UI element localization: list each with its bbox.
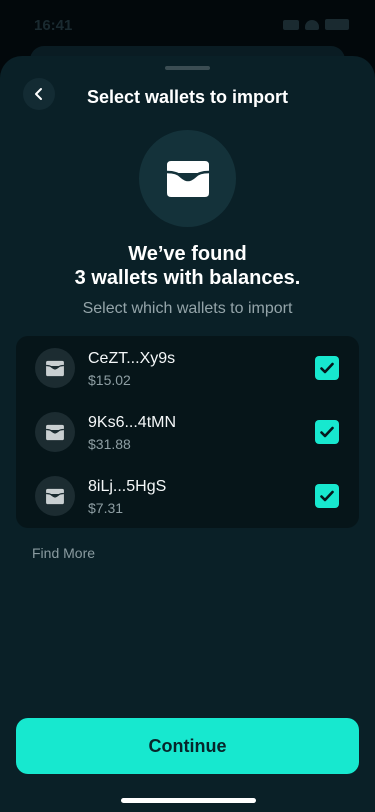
sheet-grabber[interactable] [165, 66, 210, 70]
battery-icon [325, 19, 349, 30]
headline: We’ve found 3 wallets with balances. [0, 242, 375, 290]
subtitle: Select which wallets to import [82, 300, 293, 317]
wallet-row[interactable]: 8iLj...5HgS $7.31 [16, 464, 359, 528]
wallet-avatar [35, 476, 75, 516]
wallet-avatar [35, 412, 75, 452]
status-time: 16:41 [34, 17, 73, 34]
wallet-balance: $7.31 [88, 500, 124, 516]
home-indicator [121, 798, 256, 803]
wallet-balance: $15.02 [88, 372, 131, 388]
wallet-icon [166, 160, 209, 197]
status-icons [283, 19, 349, 30]
wallet-icon [46, 424, 64, 440]
checkmark-icon [320, 362, 334, 374]
wallet-address: CeZT...Xy9s [88, 350, 176, 367]
find-more-link[interactable]: Find More [32, 545, 95, 561]
status-bar: 16:41 [0, 0, 375, 48]
wallet-address: 9Ks6...4tMN [88, 414, 177, 431]
wallet-row[interactable]: 9Ks6...4tMN $31.88 [16, 400, 359, 464]
wallet-checkbox[interactable] [315, 420, 339, 444]
checkmark-icon [320, 490, 334, 502]
wallet-list: CeZT...Xy9s $15.02 9Ks6...4tMN $31.88 8i… [16, 336, 359, 528]
wallet-icon [46, 488, 64, 504]
wallet-checkbox[interactable] [315, 484, 339, 508]
wallet-row[interactable]: CeZT...Xy9s $15.02 [16, 336, 359, 400]
headline-line-2: 3 wallets with balances. [74, 267, 301, 289]
wallet-avatar [35, 348, 75, 388]
wallet-checkbox[interactable] [315, 356, 339, 380]
checkmark-icon [320, 426, 334, 438]
import-wallets-sheet: Select wallets to import We’ve found 3 w… [0, 56, 375, 812]
wallet-address: 8iLj...5HgS [88, 478, 167, 495]
headline-line-1: We’ve found [128, 243, 247, 265]
wallet-balance: $31.88 [88, 436, 131, 452]
wifi-icon [305, 19, 319, 30]
continue-button[interactable]: Continue [16, 718, 359, 774]
page-title: Select wallets to import [86, 87, 289, 107]
signal-icon [283, 19, 299, 30]
wallet-icon [46, 360, 64, 376]
hero-wallet-badge [139, 130, 236, 227]
